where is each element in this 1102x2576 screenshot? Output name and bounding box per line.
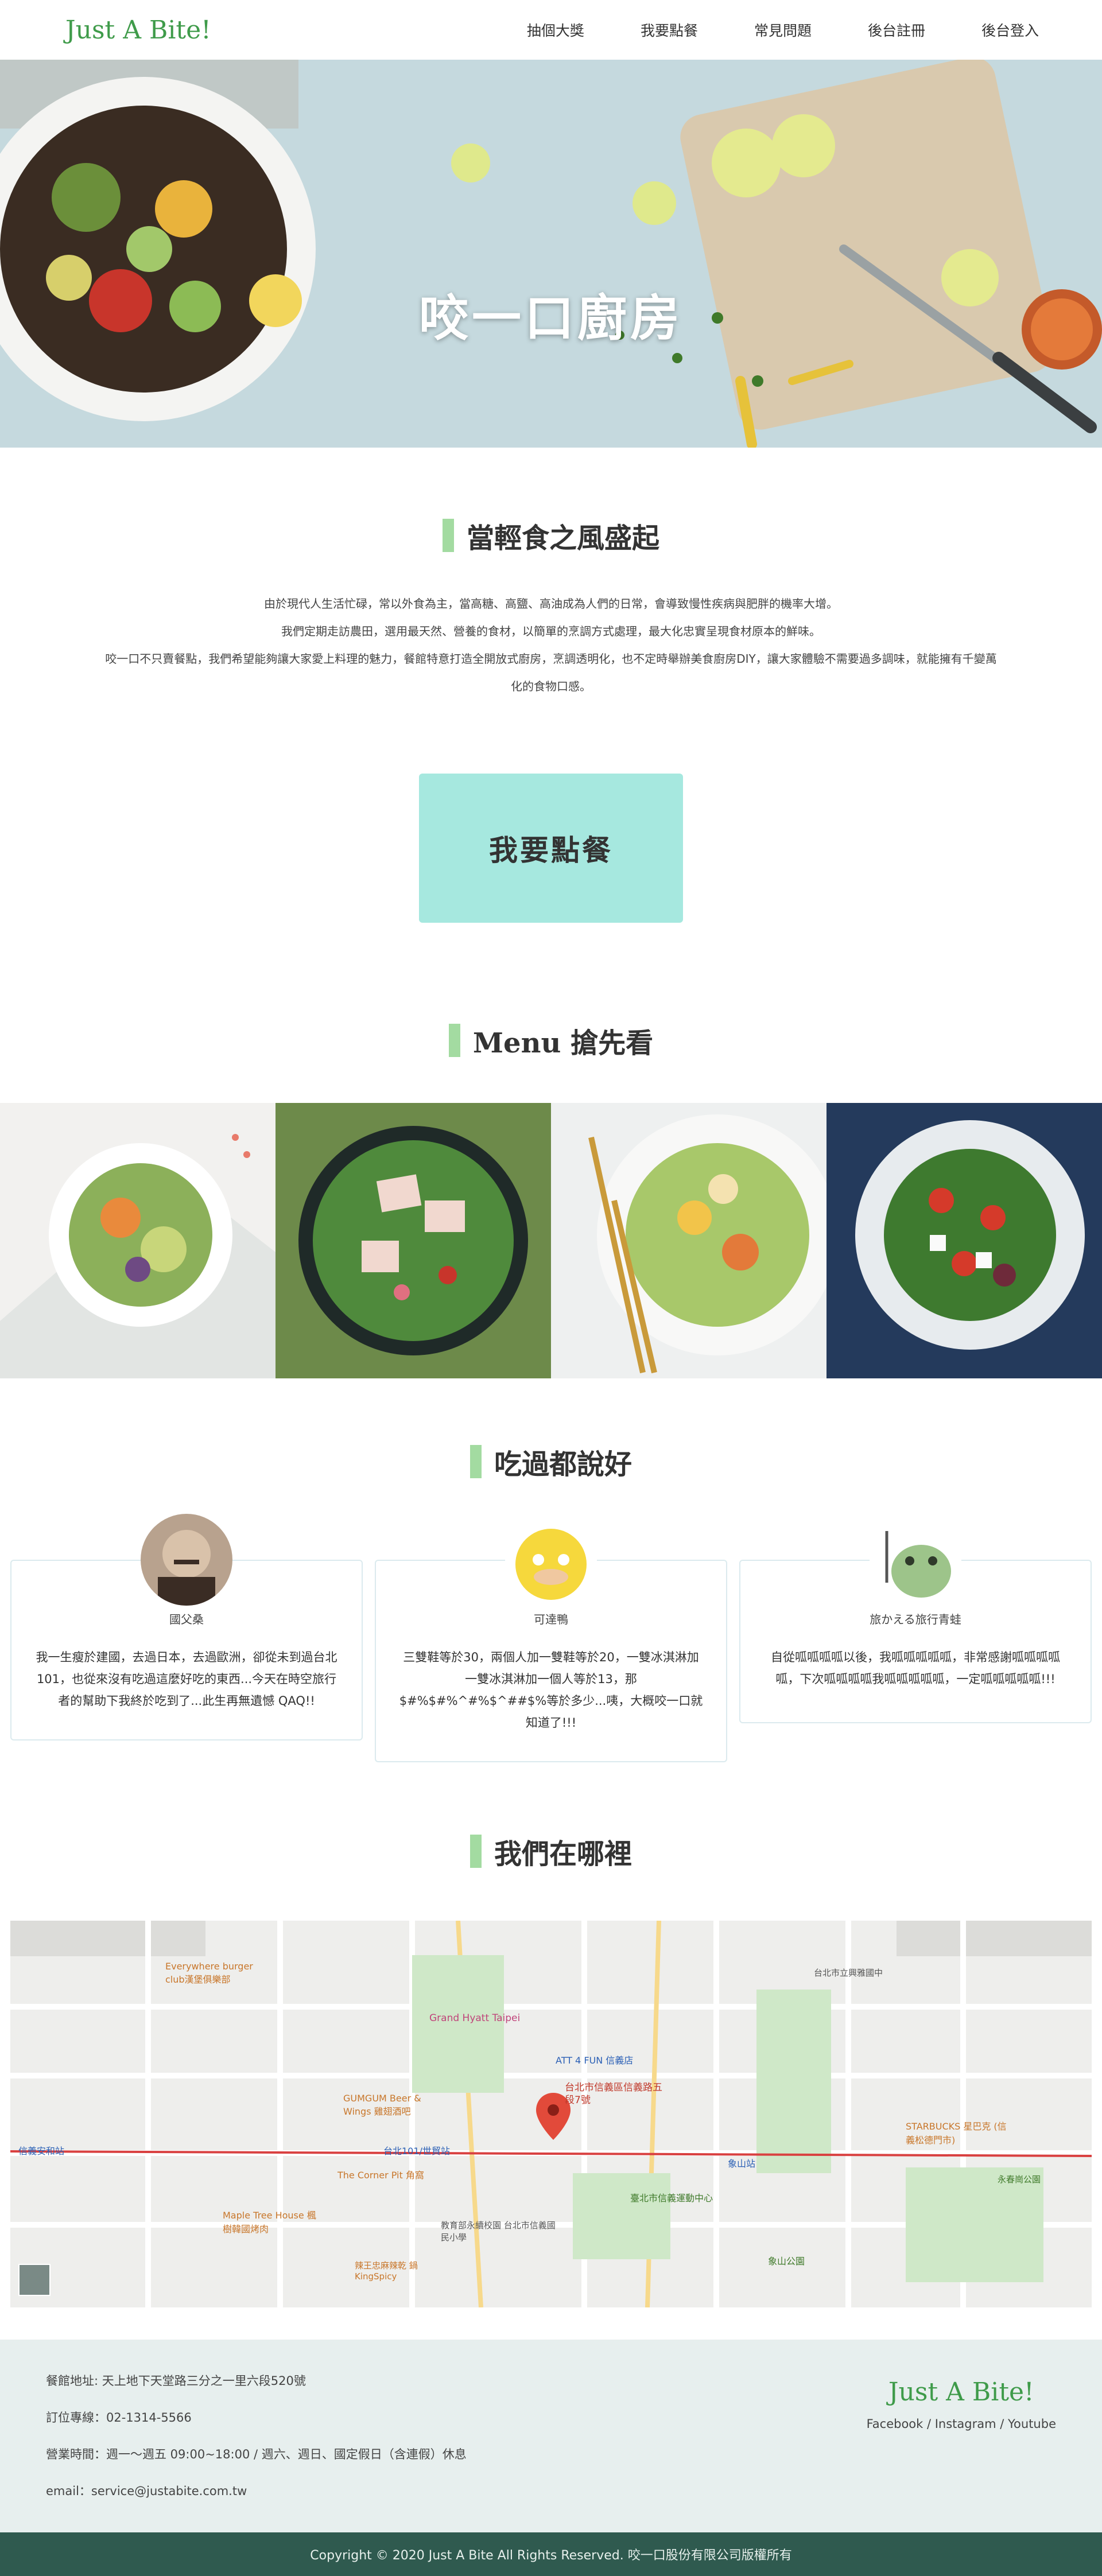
menu-title-latin: Menu: [472, 1027, 561, 1059]
map-label-place: GUMGUM Beer & Wings 雞翅酒吧: [343, 2093, 421, 2117]
heading-accent-bar: [448, 1024, 460, 1057]
review-card: 旅かえる旅行青蛙 自從呱呱呱呱以後，我呱呱呱呱呱，非常感謝呱呱呱呱呱，下次呱呱呱…: [739, 1514, 1092, 1762]
location-title: 我們在哪裡: [494, 1838, 632, 1870]
map-label-place: ATT 4 FUN 信義店: [556, 2055, 634, 2066]
footer: 餐館地址: 天上地下天堂路三分之一里六段520號 訂位專線：02-1314-55…: [0, 2340, 1102, 2532]
map-thumbnail-toggle[interactable]: [18, 2264, 51, 2296]
nav-link-admin-login[interactable]: 後台登入: [981, 20, 1039, 40]
map-label-place: 臺北市信義運動中心: [630, 2193, 713, 2204]
map-label-place: 教育部永續校園 台北市信義國民小學: [441, 2220, 556, 2243]
brand-logo[interactable]: Just A Bite!: [65, 15, 211, 45]
map-label-place: Maple Tree House 楓樹韓國烤肉: [223, 2210, 316, 2235]
footer-hours: 營業時間：週一～週五 09:00~18:00 / 週六、週日、國定假日（含連假）…: [46, 2447, 467, 2461]
intro-heading: 當輕食之風盛起: [0, 515, 1102, 555]
intro-line: 化的食物口感。: [511, 679, 591, 693]
menu-photo[interactable]: [826, 1103, 1102, 1378]
intro-line: 咬一口不只賣餐點，我們希望能夠讓大家愛上料理的魅力，餐館特意打造全開放式廚房，烹…: [105, 652, 997, 666]
nav-link-faq[interactable]: 常見問題: [754, 20, 812, 40]
intro-line: 由於現代人生活忙碌，常以外食為主，當高糖、高鹽、高油成為人們的日常，會導致慢性疾…: [264, 597, 838, 611]
salad-photo-1: [0, 1103, 276, 1378]
nav-link-admin-register[interactable]: 後台註冊: [868, 20, 925, 40]
menu-title-cjk: 搶先看: [571, 1027, 654, 1059]
nav-link-order[interactable]: 我要點餐: [641, 20, 698, 40]
avatar: [870, 1514, 961, 1606]
footer-info: 餐館地址: 天上地下天堂路三分之一里六段520號 訂位專線：02-1314-55…: [46, 2372, 467, 2532]
menu-photo[interactable]: [551, 1103, 826, 1378]
review-text: 三雙鞋等於30，兩個人加一雙鞋等於20，一雙冰淇淋加一雙冰淇淋加一個人等於13，…: [399, 1650, 703, 1730]
psyduck-avatar: [505, 1514, 597, 1606]
map-label-place: 辣王忠麻辣乾 鍋KingSpicy: [355, 2260, 418, 2282]
reviews-section: 吃過都說好 國父桑 我一生瘦於建國，去過日本，去過歐洲，卻從未到過台北101，也…: [0, 1442, 1102, 1762]
salad-photo-4: [826, 1103, 1102, 1378]
review-text: 自從呱呱呱呱以後，我呱呱呱呱呱，非常感謝呱呱呱呱呱，下次呱呱呱呱我呱呱呱呱呱，一…: [771, 1650, 1060, 1686]
order-now-button[interactable]: 我要點餐: [419, 774, 683, 923]
reviews-row: 國父桑 我一生瘦於建國，去過日本，去過歐洲，卻從未到過台北101，也從來沒有吃過…: [0, 1514, 1102, 1762]
map-label-place: 永春崗公園: [998, 2174, 1041, 2185]
reviews-heading: 吃過都說好: [0, 1442, 1102, 1482]
map-label-place: Everywhere burger club漢堡俱樂部: [165, 1961, 253, 1985]
location-heading: 我們在哪裡: [0, 1831, 1102, 1871]
menu-heading: Menu 搶先看: [0, 1020, 1102, 1060]
map-label-place: The Corner Pit 角窩: [337, 2170, 424, 2181]
nav-link-lottery[interactable]: 抽個大獎: [527, 20, 584, 40]
review-text: 我一生瘦於建國，去過日本，去過歐洲，卻從未到過台北101，也從來沒有吃過這麼好吃…: [36, 1650, 337, 1708]
review-card: 國父桑 我一生瘦於建國，去過日本，去過歐洲，卻從未到過台北101，也從來沒有吃過…: [10, 1514, 363, 1762]
salad-photo-2: [276, 1103, 551, 1378]
menu-photo[interactable]: [276, 1103, 551, 1378]
map-pin-label[interactable]: 台北市信義區信義路五段7號: [565, 2081, 668, 2107]
footer-social-links[interactable]: Facebook / Instagram / Youtube: [867, 2417, 1056, 2431]
reviewer-name: 旅かえる旅行青蛙: [870, 1613, 961, 1626]
avatar: [141, 1514, 232, 1606]
menu-title: Menu 搶先看: [473, 1020, 653, 1060]
footer-brand: Just A Bite! Facebook / Instagram / Yout…: [867, 2372, 1056, 2532]
map-label-mrt: 象山站: [728, 2158, 756, 2169]
embedded-map[interactable]: 台北市信義區信義路五段7號 台北101/世貿站 信義安和站 象山站 Grand …: [10, 1921, 1092, 2307]
travel-frog-avatar: [870, 1514, 961, 1606]
footer-email[interactable]: email：service@justabite.com.tw: [46, 2482, 467, 2499]
menu-gallery: [0, 1103, 1102, 1378]
map-label-place: 象山公園: [768, 2256, 805, 2267]
map-label-mrt: 台北101/世貿站: [383, 2146, 450, 2157]
heading-accent-bar: [469, 1835, 482, 1868]
navbar: Just A Bite! 抽個大獎 我要點餐 常見問題 後台註冊 後台登入: [0, 0, 1102, 60]
reviews-title: 吃過都說好: [494, 1448, 632, 1481]
hero-image: [0, 60, 1102, 448]
intro-paragraph: 由於現代人生活忙碌，常以外食為主，當高糖、高鹽、高油成為人們的日常，會導致慢性疾…: [0, 590, 1102, 700]
copyright-bar: Copyright © 2020 Just A Bite All Rights …: [0, 2532, 1102, 2576]
cta-wrapper: 我要點餐: [0, 774, 1102, 923]
menu-section: Menu 搶先看: [0, 1020, 1102, 1378]
portrait-avatar: [141, 1514, 232, 1606]
main-nav: 抽個大獎 我要點餐 常見問題 後台註冊 後台登入: [527, 20, 1039, 40]
salad-photo-3: [551, 1103, 826, 1378]
heading-accent-bar: [469, 1445, 482, 1478]
footer-logo[interactable]: Just A Bite!: [867, 2377, 1056, 2407]
menu-photo[interactable]: [0, 1103, 276, 1378]
footer-address: 餐館地址: 天上地下天堂路三分之一里六段520號: [46, 2374, 306, 2388]
hero-banner: 咬一口廚房: [0, 60, 1102, 448]
intro-section: 當輕食之風盛起 由於現代人生活忙碌，常以外食為主，當高糖、高鹽、高油成為人們的日…: [0, 515, 1102, 923]
intro-line: 我們定期走訪農田，選用最天然、營養的食材，以簡單的烹調方式處理，最大化忠實呈現食…: [281, 624, 821, 638]
map-label-place: STARBUCKS 星巴克 (信義松德門市): [906, 2121, 1007, 2146]
map-label-mrt: 信義安和站: [18, 2146, 65, 2157]
map-label-place: 台北市立興雅國中: [814, 1968, 883, 1978]
reviewer-name: 可達鴨: [534, 1613, 568, 1626]
map-label-place: Grand Hyatt Taipei: [429, 2012, 521, 2024]
footer-phone[interactable]: 訂位專線：02-1314-5566: [46, 2408, 467, 2426]
reviewer-name: 國父桑: [169, 1613, 204, 1626]
heading-accent-bar: [442, 519, 454, 552]
intro-title: 當輕食之風盛起: [466, 522, 659, 554]
location-section: 我們在哪裡 台北市信義區信義路五段7號 台北101/世貿站 信義安和站 象山站 …: [0, 1831, 1102, 2307]
hero-title: 咬一口廚房: [419, 290, 683, 347]
review-card: 可達鴨 三雙鞋等於30，兩個人加一雙鞋等於20，一雙冰淇淋加一雙冰淇淋加一個人等…: [375, 1514, 727, 1762]
avatar: [505, 1514, 597, 1606]
